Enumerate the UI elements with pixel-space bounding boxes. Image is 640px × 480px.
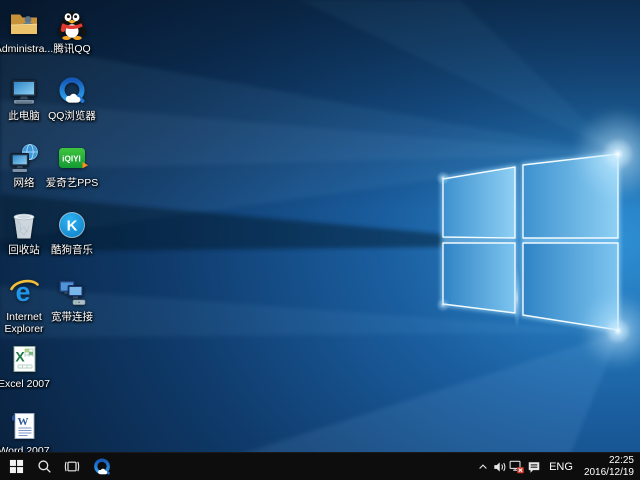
icon-label: Administra... (0, 43, 53, 55)
desktop-icon-broadband[interactable]: 宽带连接 (48, 276, 96, 323)
qq-browser-icon (56, 75, 88, 107)
icon-label: 爱奇艺PPS (46, 177, 99, 189)
speaker-icon (493, 460, 507, 474)
taskbar-app-qq-browser[interactable] (86, 453, 117, 480)
system-tray: ENG 22:25 2016/12/19 (474, 453, 640, 480)
tray-clock[interactable]: 22:25 2016/12/19 (580, 455, 640, 478)
desktop-icon-iqiyi-pps[interactable]: iQIYI 爱奇艺PPS (48, 142, 96, 189)
taskbar: ENG 22:25 2016/12/19 (0, 452, 640, 480)
desktop-icon-excel-2007[interactable]: X Excel 2007 (0, 343, 48, 390)
windows-10-desktop: Administra... 腾讯QQ (0, 0, 640, 480)
kugou-k-text: K (67, 218, 78, 235)
word-w-text: W (18, 416, 29, 428)
icon-label: Internet Explorer (0, 311, 50, 335)
network-icon (8, 142, 40, 174)
desktop-icon-this-pc[interactable]: 此电脑 (0, 75, 48, 122)
desktop-icon-recycle-bin[interactable]: 回收站 (0, 209, 48, 256)
desktop-icon-user-folder[interactable]: Administra... (0, 8, 48, 55)
broadband-connection-icon (56, 276, 88, 308)
qq-penguin-icon (56, 8, 88, 40)
icon-label: 腾讯QQ (53, 43, 90, 55)
network-disconnected-icon (509, 459, 524, 474)
desktop-icon-word-2007[interactable]: W Word 2007 (0, 410, 48, 457)
icon-label: 此电脑 (8, 110, 40, 122)
icon-label: 酷狗音乐 (51, 244, 93, 256)
icon-label: 宽带连接 (51, 311, 93, 323)
excel-icon: X (8, 343, 40, 375)
wallpaper-windows-hero (0, 0, 640, 480)
desktop-icon-network[interactable]: 网络 (0, 142, 48, 189)
desktop-icon-internet-explorer[interactable]: e Internet Explorer (0, 276, 48, 335)
word-icon: W (8, 410, 40, 442)
excel-x-text: X (15, 349, 25, 365)
recycle-bin-icon (8, 209, 40, 241)
tray-volume[interactable] (491, 453, 508, 480)
iqiyi-logo-text: iQIYI (62, 155, 81, 164)
user-folder-icon (8, 8, 40, 40)
search-button[interactable] (30, 453, 58, 480)
action-center-icon (527, 460, 541, 474)
tray-date: 2016/12/19 (584, 467, 634, 479)
icon-label: QQ浏览器 (48, 110, 96, 122)
qq-browser-taskbar-icon (92, 457, 112, 477)
start-button[interactable] (2, 453, 30, 480)
tray-show-hidden-icons[interactable] (474, 453, 491, 480)
icon-label: 网络 (14, 177, 35, 189)
chevron-up-icon (477, 461, 489, 473)
windows-logo-icon (9, 459, 24, 474)
iqiyi-icon: iQIYI (56, 142, 88, 174)
task-view-button[interactable] (58, 453, 86, 480)
desktop-icon-tencent-qq[interactable]: 腾讯QQ (48, 8, 96, 55)
icon-label: 回收站 (8, 244, 40, 256)
tray-action-center[interactable] (525, 453, 542, 480)
icon-label: Excel 2007 (0, 378, 50, 390)
tray-language-indicator[interactable]: ENG (542, 453, 580, 480)
this-pc-icon (8, 75, 40, 107)
desktop-icon-kugou-music[interactable]: K 酷狗音乐 (48, 209, 96, 256)
internet-explorer-icon: e (8, 276, 40, 308)
task-view-icon (64, 459, 80, 474)
tray-time: 22:25 (584, 455, 634, 467)
search-icon (37, 459, 52, 474)
desktop-icon-qq-browser[interactable]: QQ浏览器 (48, 75, 96, 122)
kugou-icon: K (56, 209, 88, 241)
tray-network-disconnected[interactable] (508, 453, 525, 480)
